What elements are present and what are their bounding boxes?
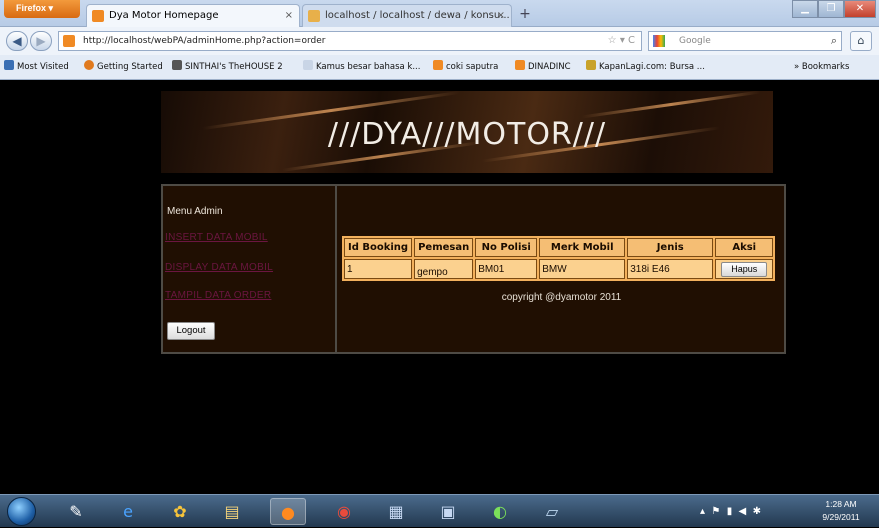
tab-close-icon[interactable]: ×: [497, 5, 505, 26]
col-merk-mobil: Merk Mobil: [539, 238, 626, 257]
clock-date: 9/29/2011: [822, 512, 860, 522]
new-tab-button[interactable]: +: [515, 5, 535, 25]
link-display-data-mobil[interactable]: DISPLAY DATA MOBIL: [165, 262, 273, 273]
media-app-icon[interactable]: ✿: [162, 498, 198, 525]
start-button[interactable]: [7, 497, 36, 526]
chrome-icon[interactable]: ◉: [326, 498, 362, 525]
admin-sidebar: Menu Admin INSERT DATA MOBIL DISPLAY DAT…: [163, 186, 337, 352]
internet-explorer-icon[interactable]: e: [110, 498, 146, 525]
close-window-button[interactable]: ✕: [844, 0, 876, 18]
bookmarks-menu[interactable]: » Bookmarks: [794, 55, 849, 79]
forward-button[interactable]: ▶: [30, 31, 52, 51]
minimize-button[interactable]: ▁: [792, 0, 818, 18]
copyright-text: copyright @dyamotor 2011: [501, 292, 622, 303]
cell-no-polisi: BM01: [475, 259, 538, 279]
browser-chrome: Firefox ▾ Dya Motor Homepage × localhost…: [0, 0, 879, 80]
bookmark-dinadinc[interactable]: DINADINC: [515, 55, 571, 79]
bookmark-star-icon[interactable]: ☆ ▾ C: [608, 32, 635, 50]
table-header-row: Id Booking Pemesan No Polisi Merk Mobil …: [344, 238, 774, 257]
col-aksi: Aksi: [715, 238, 774, 257]
tab-title: localhost / localhost / dewa / konsu...: [325, 10, 510, 21]
site-banner: ///DYA///MOTOR///: [161, 91, 773, 173]
cell-pemesan: gempo: [414, 259, 474, 279]
col-jenis: Jenis: [627, 238, 714, 257]
tab-dya-motor[interactable]: Dya Motor Homepage ×: [86, 4, 300, 27]
bookmark-most-visited[interactable]: Most Visited: [4, 55, 69, 79]
url-text: http://localhost/webPA/adminHome.php?act…: [83, 36, 326, 46]
menu-title: Menu Admin: [167, 206, 223, 217]
green-app-icon[interactable]: ◐: [482, 498, 518, 525]
google-search-icon: [653, 35, 665, 47]
maximize-button[interactable]: ❐: [818, 0, 844, 18]
tab-phpmyadmin[interactable]: localhost / localhost / dewa / konsu... …: [302, 4, 512, 27]
home-button[interactable]: ⌂: [850, 31, 872, 51]
cell-id-booking: 1: [344, 259, 413, 279]
phpmyadmin-favicon-icon: [308, 10, 320, 22]
admin-panel: Menu Admin INSERT DATA MOBIL DISPLAY DAT…: [161, 184, 786, 354]
link-tampil-data-order[interactable]: TAMPIL DATA ORDER: [165, 290, 271, 301]
firefox-menu-button[interactable]: Firefox ▾: [4, 0, 80, 18]
navigation-bar: ◀ ▶ http://localhost/webPA/adminHome.php…: [0, 27, 879, 55]
word-icon[interactable]: ▦: [378, 498, 414, 525]
back-button[interactable]: ◀: [6, 31, 28, 51]
folder-icon[interactable]: ▤: [214, 498, 250, 525]
search-placeholder: Google: [679, 36, 711, 46]
col-id-booking: Id Booking: [344, 238, 413, 257]
cell-jenis: 318i E46: [627, 259, 714, 279]
windows-taskbar: ✎ e ✿ ▤ ● ◉ ▦ ▣ ◐ ▱ ▴ ⚑ ▮ ◀ ✱ 1:28 AM 9/…: [0, 494, 879, 527]
cell-merk-mobil: BMW: [539, 259, 626, 279]
hapus-button[interactable]: Hapus: [721, 261, 768, 277]
order-table: Id Booking Pemesan No Polisi Merk Mobil …: [342, 236, 776, 281]
banner-logo-text: ///DYA///MOTOR///: [327, 117, 607, 152]
bookmark-kamus[interactable]: Kamus besar bahasa k...: [303, 55, 420, 79]
editor-icon[interactable]: ▣: [430, 498, 466, 525]
clock-time: 1:28 AM: [825, 499, 857, 509]
site-identity-icon: [63, 35, 75, 47]
search-input[interactable]: Google ⌕: [648, 31, 842, 51]
bookmark-kapanlagi[interactable]: KapanLagi.com: Bursa ...: [586, 55, 705, 79]
col-no-polisi: No Polisi: [475, 238, 538, 257]
bookmark-getting-started[interactable]: Getting Started: [84, 55, 163, 79]
bookmark-sinthai[interactable]: SINTHAI's TheHOUSE 2: [172, 55, 283, 79]
system-tray[interactable]: ▴ ⚑ ▮ ◀ ✱: [700, 495, 800, 528]
bookmarks-toolbar: Most Visited Getting Started SINTHAI's T…: [0, 55, 879, 80]
tab-close-icon[interactable]: ×: [285, 5, 293, 26]
address-bar[interactable]: http://localhost/webPA/adminHome.php?act…: [58, 31, 642, 51]
tab-bar: Firefox ▾ Dya Motor Homepage × localhost…: [0, 0, 879, 27]
cell-aksi: Hapus: [715, 259, 774, 279]
table-row: 1 gempo BM01 BMW 318i E46 Hapus: [344, 259, 774, 279]
firefox-taskbar-icon[interactable]: ●: [270, 498, 306, 525]
pinned-app-icon[interactable]: ✎: [58, 498, 94, 525]
bookmark-coki-saputra[interactable]: coki saputra: [433, 55, 498, 79]
search-icon[interactable]: ⌕: [831, 32, 837, 50]
logout-button[interactable]: Logout: [167, 322, 215, 340]
link-insert-data-mobil[interactable]: INSERT DATA MOBIL: [165, 232, 268, 243]
order-content: Id Booking Pemesan No Polisi Merk Mobil …: [339, 186, 784, 352]
taskbar-clock[interactable]: 1:28 AM 9/29/2011: [806, 498, 876, 524]
page-content: ///DYA///MOTOR/// Menu Admin INSERT DATA…: [0, 80, 879, 494]
window-app-icon[interactable]: ▱: [534, 498, 570, 525]
page-favicon-icon: [92, 10, 104, 22]
tab-title: Dya Motor Homepage: [109, 10, 219, 21]
col-pemesan: Pemesan: [414, 238, 474, 257]
